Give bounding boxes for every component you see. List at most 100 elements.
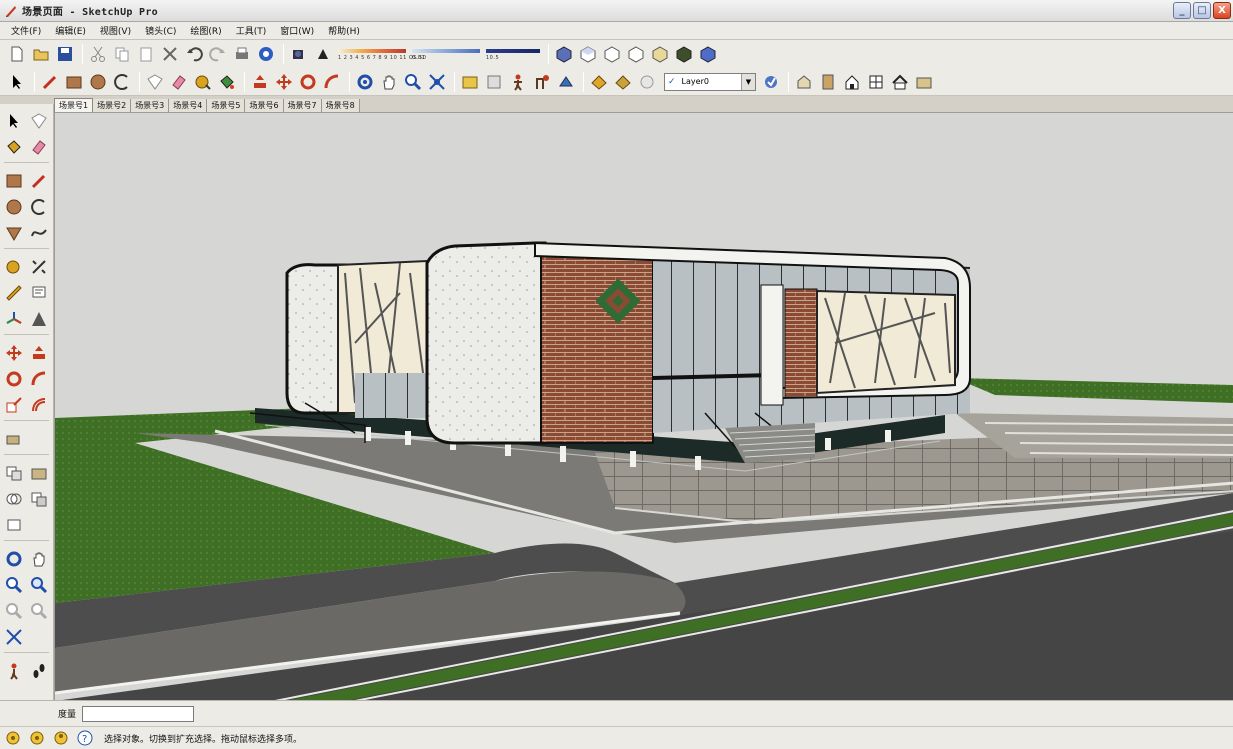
cut-icon[interactable]	[87, 43, 109, 65]
paint-bucket-icon[interactable]	[216, 71, 238, 93]
wall-icon[interactable]	[913, 71, 935, 93]
xray-view-icon[interactable]	[697, 43, 719, 65]
rectangle-icon[interactable]	[63, 71, 85, 93]
pan-hand-icon[interactable]	[27, 547, 51, 571]
outer-shell-icon[interactable]	[2, 487, 26, 511]
circle-icon[interactable]	[2, 195, 26, 219]
add-location-icon[interactable]	[483, 71, 505, 93]
layer-manager-icon[interactable]	[760, 71, 782, 93]
zoom-extents-icon[interactable]	[426, 71, 448, 93]
redo-icon[interactable]	[207, 43, 229, 65]
menu-draw[interactable]: 绘图(R)	[183, 24, 228, 37]
line-pencil-icon[interactable]	[39, 71, 61, 93]
undo-icon[interactable]	[183, 43, 205, 65]
component-browser-icon[interactable]	[588, 71, 610, 93]
orbit-icon[interactable]	[2, 547, 26, 571]
top-view-icon[interactable]	[577, 43, 599, 65]
menu-file[interactable]: 文件(F)	[4, 24, 48, 37]
polygon-icon[interactable]	[2, 221, 26, 245]
eraser-icon[interactable]	[27, 135, 51, 159]
geo-location-icon[interactable]	[636, 71, 658, 93]
rotate-icon[interactable]	[297, 71, 319, 93]
house-icon[interactable]	[841, 71, 863, 93]
select-arrow-icon[interactable]	[6, 71, 28, 93]
camera-style-icon[interactable]	[288, 43, 310, 65]
dimension-icon[interactable]	[27, 255, 51, 279]
arc-icon[interactable]	[111, 71, 133, 93]
copy-icon[interactable]	[111, 43, 133, 65]
push-pull-icon[interactable]	[27, 341, 51, 365]
intersect-icon[interactable]	[27, 487, 51, 511]
tab-scene-7[interactable]: 场景号7	[283, 99, 322, 112]
shadow-date-slider[interactable]: 0.01	[410, 44, 482, 64]
menu-tools[interactable]: 工具(T)	[229, 24, 274, 37]
move-icon[interactable]	[2, 341, 26, 365]
paste-icon[interactable]	[135, 43, 157, 65]
zoom-extents-icon[interactable]	[2, 625, 26, 649]
tab-scene-3[interactable]: 场景号3	[131, 99, 170, 112]
3d-text-icon[interactable]	[27, 307, 51, 331]
menu-help[interactable]: 帮助(H)	[321, 24, 367, 37]
section-plane-icon[interactable]	[555, 71, 577, 93]
push-pull-icon[interactable]	[249, 71, 271, 93]
geo-location-status-icon[interactable]	[4, 729, 22, 747]
tab-scene-5[interactable]: 场景号5	[207, 99, 246, 112]
window-model-icon[interactable]	[865, 71, 887, 93]
credits-status-icon[interactable]	[28, 729, 46, 747]
zoom-icon[interactable]	[2, 573, 26, 597]
tab-scene-2[interactable]: 场景号2	[93, 99, 132, 112]
tab-scene-4[interactable]: 场景号4	[169, 99, 208, 112]
freehand-icon[interactable]	[27, 221, 51, 245]
rotate-icon[interactable]	[2, 367, 26, 391]
group-icon[interactable]	[2, 461, 26, 485]
eraser-icon[interactable]	[168, 71, 190, 93]
door-icon[interactable]	[817, 71, 839, 93]
right-view-icon[interactable]	[625, 43, 647, 65]
instructor-help-icon[interactable]: ?	[76, 729, 94, 747]
tab-scene-1[interactable]: 场景号1	[54, 98, 94, 112]
zoom-icon[interactable]	[402, 71, 424, 93]
line-pencil-icon[interactable]	[27, 169, 51, 193]
menu-window[interactable]: 窗口(W)	[273, 24, 321, 37]
menu-edit[interactable]: 编辑(E)	[48, 24, 93, 37]
rectangle-icon[interactable]	[2, 169, 26, 193]
footprints-icon[interactable]	[27, 659, 51, 683]
axes-icon[interactable]	[2, 307, 26, 331]
offset-icon[interactable]	[27, 393, 51, 417]
back-view-icon[interactable]	[649, 43, 671, 65]
make-component-icon[interactable]	[144, 71, 166, 93]
erase-delete-icon[interactable]	[159, 43, 181, 65]
component-icon[interactable]	[27, 461, 51, 485]
model-info-icon[interactable]	[255, 43, 277, 65]
walk-person-icon[interactable]	[507, 71, 529, 93]
orbit-icon[interactable]	[354, 71, 376, 93]
zoom-window-icon[interactable]	[27, 573, 51, 597]
menu-view[interactable]: 视图(V)	[93, 24, 138, 37]
left-view-icon[interactable]	[673, 43, 695, 65]
iso-view-icon[interactable]	[553, 43, 575, 65]
make-component-icon[interactable]	[27, 109, 51, 133]
position-camera-icon[interactable]	[2, 427, 26, 451]
follow-me-icon[interactable]	[321, 71, 343, 93]
tab-scene-8[interactable]: 场景号8	[321, 99, 360, 112]
close-button[interactable]: X	[1213, 2, 1231, 19]
chevron-down-icon[interactable]: ▼	[741, 73, 755, 90]
shadow-icon[interactable]	[312, 43, 334, 65]
next-view-icon[interactable]	[27, 599, 51, 623]
look-around-icon[interactable]	[531, 71, 553, 93]
maximize-button[interactable]: □	[1193, 2, 1211, 19]
tape-measure-icon[interactable]	[192, 71, 214, 93]
user-status-icon[interactable]	[52, 729, 70, 747]
text-label-icon[interactable]	[27, 281, 51, 305]
arc-icon[interactable]	[27, 195, 51, 219]
pan-hand-icon[interactable]	[378, 71, 400, 93]
measurement-input[interactable]	[82, 705, 195, 722]
shadow-time-slider[interactable]: 1 2 3 4 5 6 7 8 9 10 11 OS.50	[336, 44, 426, 64]
new-file-icon[interactable]	[6, 43, 28, 65]
scale-icon[interactable]	[2, 393, 26, 417]
minimize-button[interactable]: _	[1173, 2, 1191, 19]
circle-icon[interactable]	[87, 71, 109, 93]
front-view-icon[interactable]	[601, 43, 623, 65]
tab-scene-6[interactable]: 场景号6	[245, 99, 284, 112]
select-arrow-icon[interactable]	[2, 109, 26, 133]
